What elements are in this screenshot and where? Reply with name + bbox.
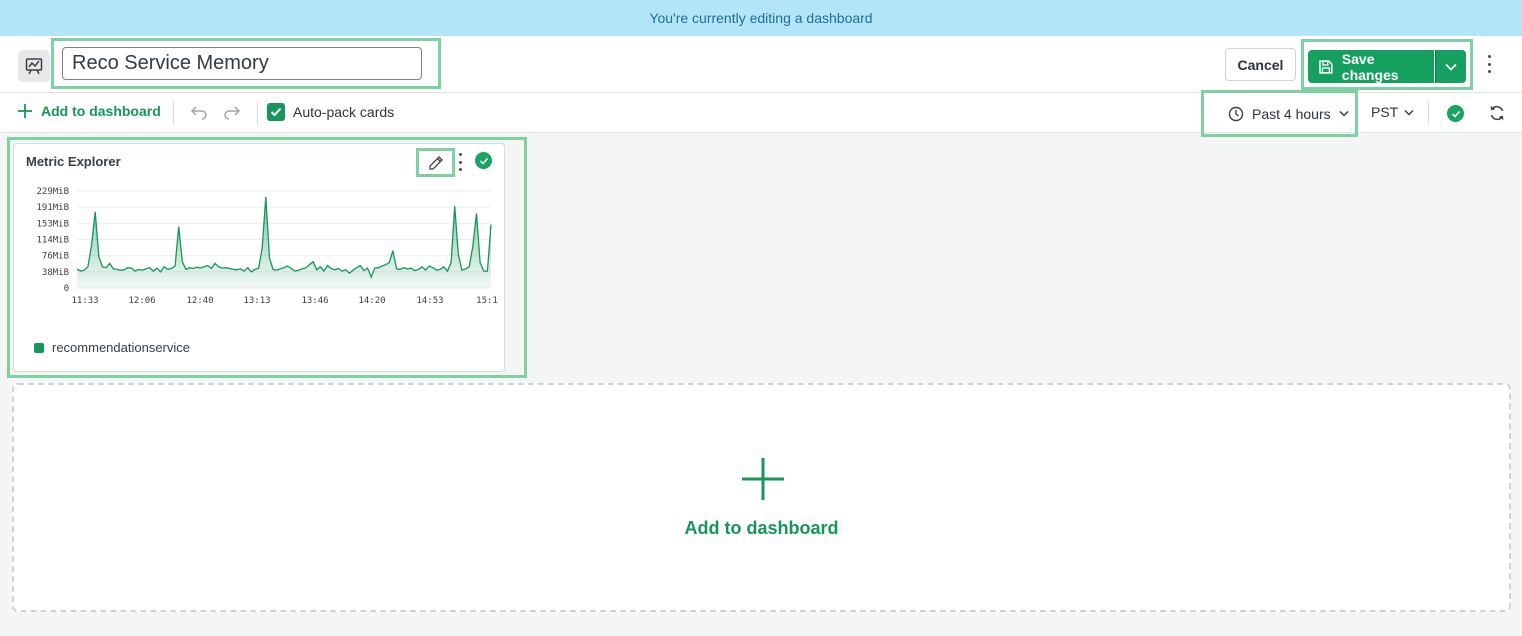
dashboard-header: Cancel Save changes — [0, 36, 1522, 93]
edit-card-button[interactable] — [416, 148, 455, 177]
dropzone-label: Add to dashboard — [684, 518, 839, 538]
redo-icon[interactable] — [223, 104, 241, 120]
editing-banner: You're currently editing a dashboard — [0, 0, 1522, 36]
y-tick-label: 191MiB — [36, 203, 69, 213]
x-tick-label: 12:40 — [186, 296, 213, 306]
x-tick-label: 15:1 — [476, 296, 498, 306]
metric-explorer-card[interactable]: Metric Explorer 229MiB 191MiB 153MiB 114MiB… — [13, 143, 505, 372]
undo-icon[interactable] — [190, 104, 208, 120]
time-range-selector[interactable]: Past 4 hours — [1201, 90, 1358, 137]
y-tick-label: 76MiB — [42, 252, 69, 262]
dashboard-toolbar: Add to dashboard Auto-pack cards Past 4 … — [0, 90, 1522, 137]
more-options-icon[interactable] — [1480, 53, 1498, 75]
plus-icon — [18, 104, 32, 118]
chevron-down-icon — [1339, 110, 1349, 117]
chevron-down-icon — [1404, 109, 1414, 116]
add-to-dashboard-label: Add to dashboard — [41, 103, 161, 119]
chart-icon — [18, 50, 50, 82]
y-tick-label: 229MiB — [36, 187, 69, 197]
x-tick-label: 13:46 — [301, 296, 328, 306]
auto-pack-label: Auto-pack cards — [293, 104, 395, 120]
toolbar-divider — [1428, 101, 1429, 125]
timezone-selector[interactable]: PST — [1371, 104, 1414, 120]
y-tick-label: 0 — [64, 284, 69, 294]
chevron-down-icon — [1445, 63, 1457, 71]
toolbar-divider — [173, 101, 174, 125]
add-card-dropzone[interactable]: Add to dashboard — [12, 383, 1511, 612]
card-title: Metric Explorer — [26, 154, 121, 169]
save-highlight: Save changes — [1301, 39, 1473, 90]
title-highlight — [51, 38, 441, 89]
pencil-icon — [428, 155, 443, 170]
save-options-dropdown[interactable] — [1435, 50, 1466, 83]
cancel-button[interactable]: Cancel — [1225, 48, 1296, 81]
x-tick-label: 14:20 — [358, 296, 385, 306]
save-changes-label: Save changes — [1341, 50, 1399, 83]
x-tick-label: 13:13 — [243, 296, 270, 306]
y-tick-label: 153MiB — [36, 219, 69, 229]
timezone-label: PST — [1371, 104, 1399, 120]
auto-pack-toggle[interactable]: Auto-pack cards — [267, 103, 394, 121]
add-to-dashboard-link[interactable]: Add to dashboard — [17, 103, 161, 119]
legend-swatch — [34, 342, 44, 353]
series-line — [76, 196, 492, 279]
card-status-ok-icon — [475, 152, 492, 169]
x-tick-label: 12:06 — [128, 296, 155, 306]
y-tick-label: 38MiB — [42, 268, 69, 278]
status-ok-icon — [1447, 105, 1464, 122]
x-tick-label: 14:53 — [416, 296, 443, 306]
auto-pack-checkbox[interactable] — [267, 103, 285, 121]
refresh-icon[interactable] — [1488, 104, 1506, 122]
card-more-icon[interactable] — [458, 153, 462, 171]
editing-banner-text: You're currently editing a dashboard — [649, 10, 873, 26]
check-icon — [270, 107, 282, 117]
save-changes-button[interactable]: Save changes — [1308, 50, 1434, 83]
floppy-disk-icon — [1319, 59, 1333, 74]
y-tick-label: 114MiB — [36, 236, 69, 246]
clock-icon — [1228, 106, 1244, 121]
series-area — [77, 196, 491, 288]
toolbar-divider — [257, 101, 258, 125]
chart-legend: recommendationservice — [34, 340, 190, 355]
memory-chart: 229MiB 191MiB 153MiB 114MiB 76MiB 38MiB 0 11:3… — [36, 187, 498, 306]
dashboard-title-input[interactable] — [62, 47, 422, 80]
time-range-label: Past 4 hours — [1252, 105, 1331, 122]
plus-icon — [742, 458, 784, 500]
x-tick-label: 11:33 — [71, 296, 98, 306]
legend-label: recommendationservice — [52, 340, 191, 355]
